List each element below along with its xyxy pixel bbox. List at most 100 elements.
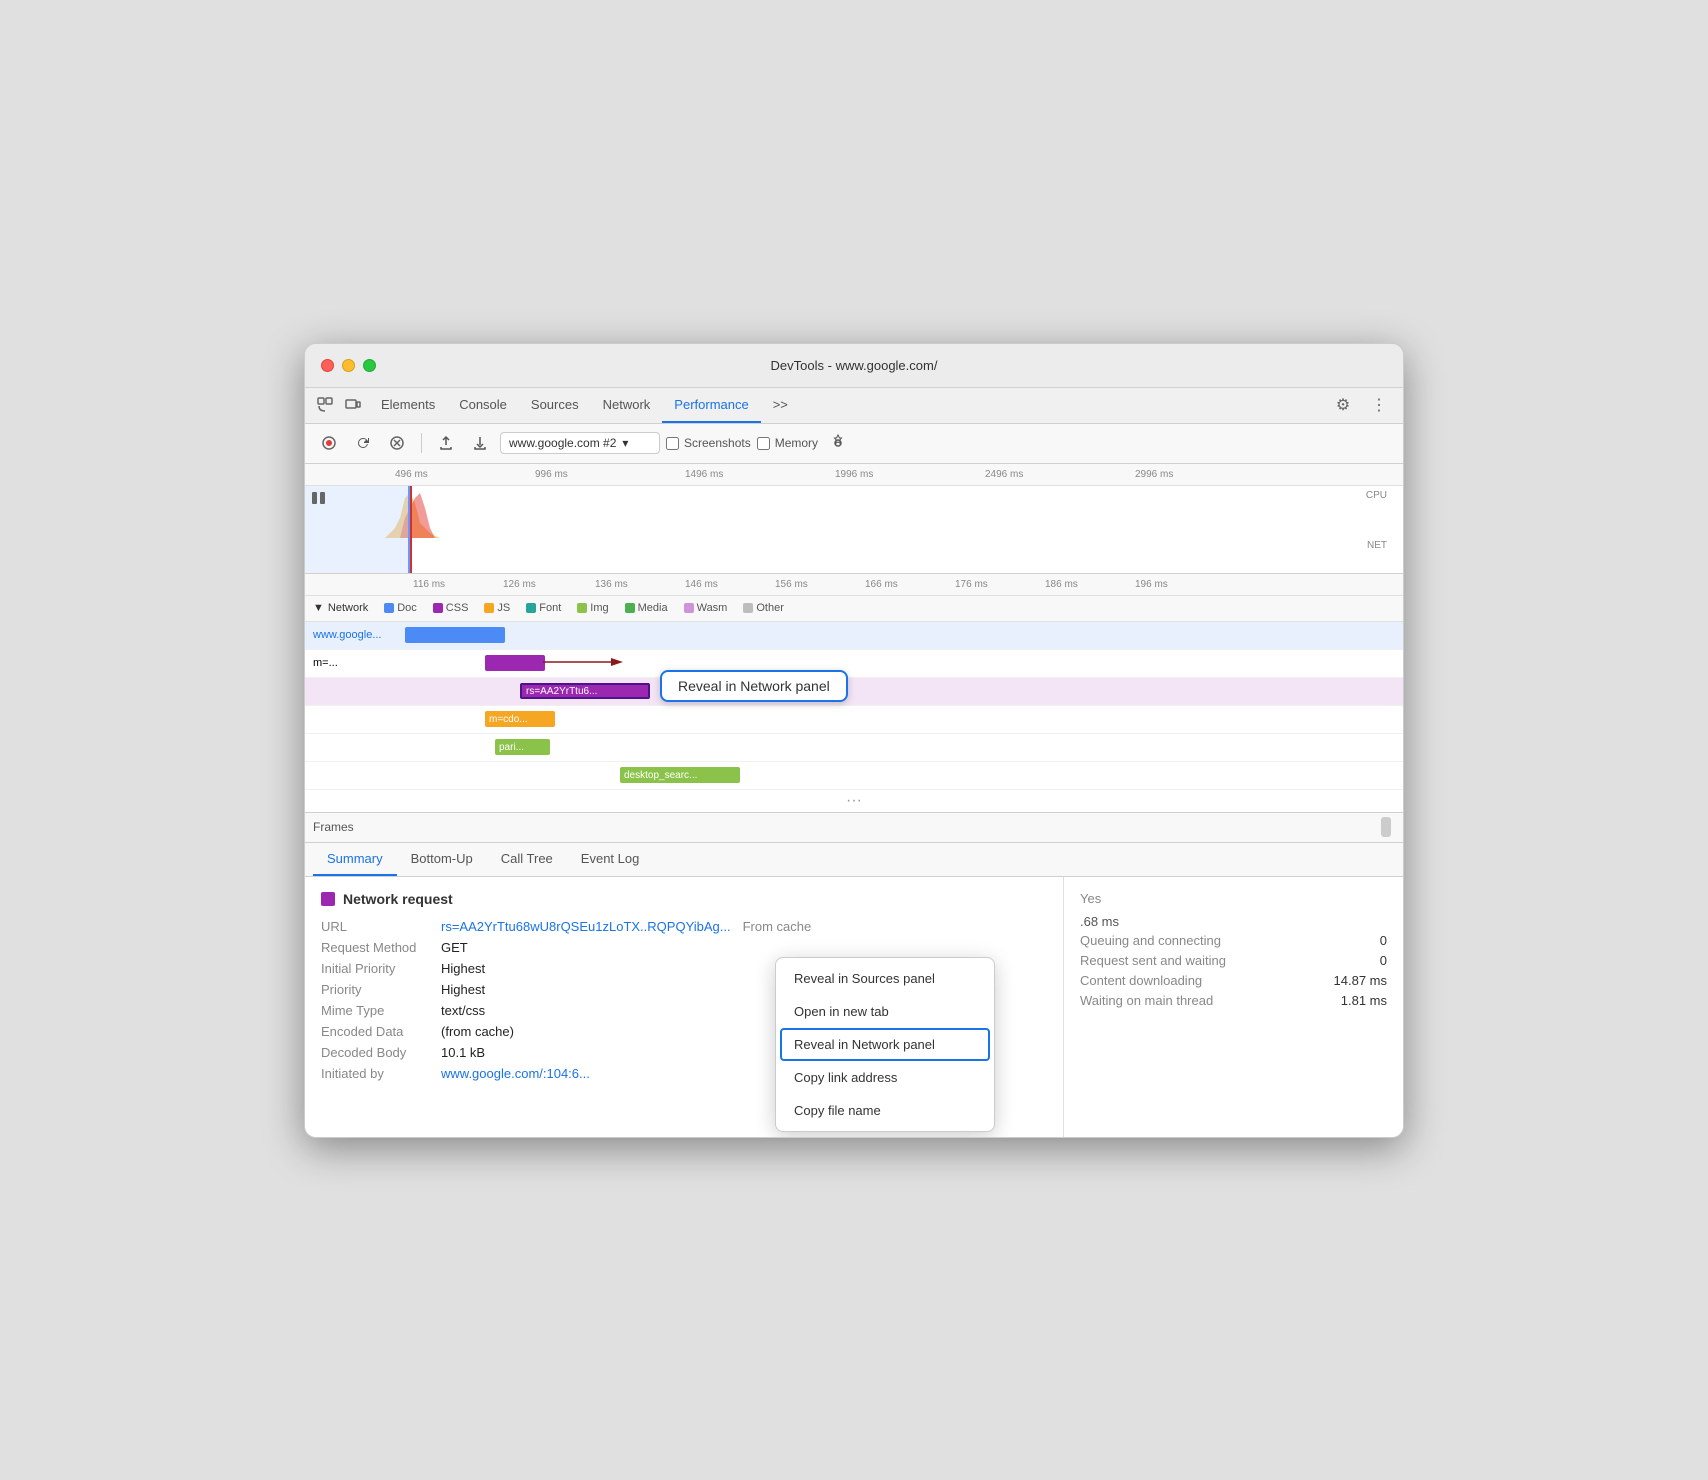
row-1-connector (543, 654, 623, 670)
row-5-bar-area: desktop_searc... (405, 762, 1403, 789)
network-rows: www.google... m=... (305, 622, 1403, 812)
timing-value-2: 14.87 ms (1334, 973, 1387, 988)
network-row-2[interactable]: rs=AA2YrTtu6... Reveal in Network panel (305, 678, 1403, 706)
timing-label-1: Request sent and waiting (1080, 953, 1226, 968)
menu-reveal-sources[interactable]: Reveal in Sources panel (776, 962, 994, 995)
legend-img-color (577, 603, 587, 613)
network-row-1[interactable]: m=... (305, 650, 1403, 678)
memory-checkbox[interactable] (757, 437, 770, 450)
tab-elements[interactable]: Elements (369, 387, 447, 423)
legend-js-color (484, 603, 494, 613)
network-tooltip: Reveal in Network panel (660, 670, 848, 702)
tab-call-tree[interactable]: Call Tree (487, 842, 567, 876)
network-row-4[interactable]: pari... (305, 734, 1403, 762)
legend-doc-color (384, 603, 394, 613)
tab-network[interactable]: Network (591, 387, 663, 423)
row-0-bar-area (405, 622, 1403, 649)
network-request-icon (321, 892, 335, 906)
menu-reveal-network[interactable]: Reveal in Network panel (780, 1028, 990, 1061)
legend-font: Font (526, 602, 561, 614)
timing-label-3: Waiting on main thread (1080, 993, 1213, 1008)
reload-button[interactable] (349, 429, 377, 457)
ruler-tick-6: 2996 ms (1135, 469, 1173, 480)
menu-copy-filename[interactable]: Copy file name (776, 1094, 994, 1127)
timeline-area: 496 ms 996 ms 1496 ms 1996 ms 2496 ms 29… (305, 464, 1403, 574)
menu-open-new-tab[interactable]: Open in new tab (776, 995, 994, 1028)
initiated-link[interactable]: www.google.com/:104:6... (441, 1066, 590, 1081)
record-button[interactable] (315, 429, 343, 457)
timing-value-3: 1.81 ms (1341, 993, 1387, 1008)
decoded-key: Decoded Body (321, 1045, 441, 1060)
tab-more[interactable]: >> (761, 387, 800, 423)
maximize-button[interactable] (363, 359, 376, 372)
row-4-label-inline: pari... (499, 742, 524, 753)
network-more-rows[interactable]: ··· (305, 790, 1403, 812)
timing-row-0: Queuing and connecting 0 (1080, 933, 1387, 948)
tab-sources[interactable]: Sources (519, 387, 591, 423)
responsive-icon[interactable] (341, 393, 365, 417)
timing-panel: Yes .68 ms Queuing and connecting 0 Requ… (1063, 877, 1403, 1137)
tab-event-log[interactable]: Event Log (567, 842, 654, 876)
screenshots-label: Screenshots (684, 436, 751, 450)
menu-reveal-sources-label: Reveal in Sources panel (794, 971, 935, 986)
legend-media-color (625, 603, 635, 613)
toolbar-settings-icon[interactable] (824, 429, 852, 457)
ruler-tick-3: 1496 ms (685, 469, 723, 480)
method-key: Request Method (321, 940, 441, 955)
row-3-bar: m=cdo... (485, 711, 555, 727)
settings-icon[interactable]: ⚙ (1331, 393, 1355, 417)
upload-button[interactable] (432, 429, 460, 457)
menu-reveal-network-label: Reveal in Network panel (794, 1037, 935, 1052)
download-button[interactable] (466, 429, 494, 457)
context-menu: Reveal in Sources panel Open in new tab … (775, 957, 995, 1132)
row-0-label: www.google... (305, 629, 405, 641)
menu-copy-link-label: Copy link address (794, 1070, 897, 1085)
inspector-icon[interactable] (313, 393, 337, 417)
row-3-bar-area: m=cdo... (405, 706, 1403, 733)
legend-doc-label: Doc (397, 602, 417, 614)
clear-button[interactable] (383, 429, 411, 457)
network-row-3[interactable]: m=cdo... (305, 706, 1403, 734)
tooltip-text: Reveal in Network panel (678, 678, 830, 694)
screenshots-checkbox[interactable] (666, 437, 679, 450)
screenshots-checkbox-label[interactable]: Screenshots (666, 436, 751, 450)
close-button[interactable] (321, 359, 334, 372)
row-1-label: m=... (305, 657, 405, 669)
ruler-tick-4: 1996 ms (835, 469, 873, 480)
frames-scrollbar-thumb[interactable] (1381, 817, 1391, 837)
tab-bottom-up[interactable]: Bottom-Up (397, 842, 487, 876)
net-ruler-8: 186 ms (1045, 579, 1078, 590)
minimize-button[interactable] (342, 359, 355, 372)
network-section-label: ▼ Network (313, 602, 368, 614)
row-1-bar-area (405, 650, 1403, 677)
row-1-bar (485, 655, 545, 671)
url-dropdown[interactable]: www.google.com #2 ▾ (500, 432, 660, 454)
tab-summary[interactable]: Summary (313, 842, 397, 876)
net-ruler-9: 196 ms (1135, 579, 1168, 590)
memory-checkbox-label[interactable]: Memory (757, 436, 818, 450)
menu-copy-link[interactable]: Copy link address (776, 1061, 994, 1094)
network-row-0[interactable]: www.google... (305, 622, 1403, 650)
ruler-tick-1: 496 ms (395, 469, 428, 480)
tab-performance[interactable]: Performance (662, 387, 760, 423)
duration-row: .68 ms (1080, 914, 1387, 929)
ruler-tick-5: 2496 ms (985, 469, 1023, 480)
from-cache-result: Yes (1080, 891, 1387, 906)
more-icon[interactable]: ⋮ (1367, 393, 1391, 417)
network-row-5[interactable]: desktop_searc... (305, 762, 1403, 790)
url-key: URL (321, 919, 441, 934)
timing-row-3: Waiting on main thread 1.81 ms (1080, 993, 1387, 1008)
net-ruler-6: 166 ms (865, 579, 898, 590)
net-ruler-4: 146 ms (685, 579, 718, 590)
network-legend-header: ▼ Network Doc CSS JS Font Img (305, 596, 1403, 622)
tab-console[interactable]: Console (447, 387, 519, 423)
from-cache-label: From cache (743, 919, 812, 934)
legend-other-label: Other (756, 602, 784, 614)
cpu-label: CPU (1366, 490, 1387, 501)
legend-img-label: Img (590, 602, 608, 614)
url-value-link[interactable]: rs=AA2YrTtu68wU8rQSEu1zLoTX..RQPQYibAg..… (441, 919, 731, 934)
window-title: DevTools - www.google.com/ (771, 358, 938, 373)
from-cache-yes: Yes (1080, 891, 1101, 906)
encoded-value: (from cache) (441, 1024, 514, 1039)
summary-panel-title: Network request (321, 891, 1047, 907)
